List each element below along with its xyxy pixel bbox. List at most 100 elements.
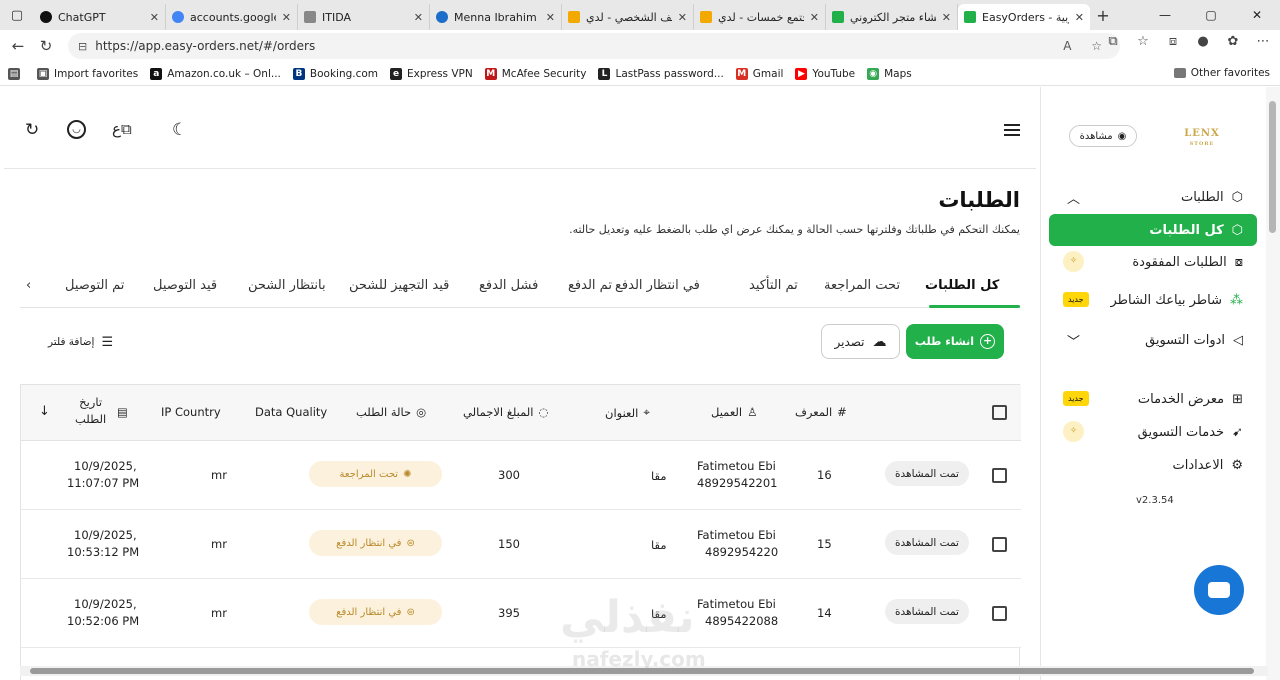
site-info-icon[interactable]: ⊟ [78, 40, 87, 53]
other-favorites[interactable]: Other favorites [1173, 67, 1270, 79]
tab-out-for-delivery[interactable]: قيد التوصيل [153, 278, 217, 293]
browser-tab-active[interactable]: EasyOrders - عربية ✕ [958, 4, 1090, 30]
chevron-up-icon[interactable]: ︿ [1067, 188, 1080, 207]
chevron-down-icon[interactable]: ﹀ [1067, 331, 1080, 350]
row-checkbox[interactable] [992, 606, 1007, 621]
header-id[interactable]: المعرف # [795, 405, 847, 419]
header-total[interactable]: المبلغ الاجمالي ◌ [463, 405, 549, 419]
bookmark-item[interactable]: ▶ YouTube [795, 67, 855, 80]
sidebar-item-marketing-services[interactable]: ✧ خدمات التسويق ➹ [1049, 416, 1257, 448]
header-ip-country[interactable]: IP Country [161, 405, 221, 419]
header-status[interactable]: حالة الطلب ◎ [356, 405, 426, 419]
tab-preparing-shipment[interactable]: قيد التجهيز للشحن [349, 278, 449, 293]
sidebar-item-settings[interactable]: الاعدادات ⚙ [1049, 449, 1257, 481]
tab-all-orders[interactable]: كل الطلبات [925, 278, 999, 293]
bookmark-item[interactable]: ◉ Maps [867, 67, 912, 80]
more-icon[interactable]: ⋯ [1252, 34, 1274, 49]
dark-mode-moon-icon[interactable]: ☾ [172, 120, 187, 140]
select-all-checkbox[interactable] [992, 405, 1007, 420]
header-customer-label: العميل [711, 405, 743, 419]
status-badge[interactable]: تحت المراجعة ✺ [309, 461, 442, 487]
tab-confirmed[interactable]: تم التأكيد [749, 278, 798, 293]
user-icon[interactable]: ◡ [67, 120, 86, 139]
close-tab-icon[interactable]: ✕ [546, 11, 555, 24]
browser-tab[interactable]: الملف الشخصي - لدي ✕ [562, 4, 694, 30]
location-icon: ⌖ [643, 405, 650, 419]
export-button[interactable]: تصدير ☁ [821, 324, 900, 359]
profile-icon[interactable]: ● [1192, 34, 1214, 49]
table-header-row: المعرف # العميل ♙ العنوان ⌖ المبلغ الاجمالي… [21, 385, 1021, 441]
close-tab-icon[interactable]: ✕ [942, 11, 951, 24]
browser-tab[interactable]: ChatGPT ✕ [34, 4, 166, 30]
close-window-icon[interactable]: ✕ [1234, 0, 1280, 30]
refresh-icon[interactable]: ↻ [32, 37, 60, 55]
extensions-icon[interactable]: ⧉ [1102, 34, 1124, 49]
tab-under-review[interactable]: تحت المراجعة [824, 278, 900, 293]
close-tab-icon[interactable]: ✕ [810, 11, 819, 24]
sidebar-item-abandoned-orders[interactable]: ✧ الطلبات المفقودة ⧇ [1049, 246, 1257, 278]
bookmark-item[interactable]: ▣ Import favorites [37, 67, 138, 80]
tabs-scroll-left-icon[interactable]: ‹ [26, 278, 31, 293]
status-badge[interactable]: في انتظار الدفع ⊜ [309, 599, 442, 625]
tab-actions-icon[interactable]: ▢ [0, 0, 34, 30]
bookmark-item[interactable]: e Express VPN [390, 67, 473, 80]
menu-icon[interactable] [1004, 124, 1020, 139]
minimize-icon[interactable]: — [1142, 0, 1188, 30]
header-date-label-1: تاريخ [79, 395, 103, 409]
browser-tab[interactable]: accounts.google.co ✕ [166, 4, 298, 30]
close-tab-icon[interactable]: ✕ [414, 11, 423, 24]
close-tab-icon[interactable]: ✕ [678, 11, 687, 24]
sidebar-item-services-gallery[interactable]: جديد معرض الخدمات ⊞ [1049, 383, 1257, 415]
vertical-scrollbar[interactable] [1266, 87, 1280, 680]
table-row[interactable]: تمت المشاهدة 16 Fatimetou Ebi 4892954220… [21, 441, 1021, 510]
close-tab-icon[interactable]: ✕ [1075, 11, 1084, 24]
sidebar-item-shater[interactable]: جديد شاطر بياعك الشاطر ⁂ [1049, 284, 1257, 316]
sidebar-item-marketing-tools[interactable]: ﹀ ادوات التسويق ◁ [1049, 324, 1257, 356]
collections-icon[interactable]: ⧈ [1162, 34, 1184, 49]
row-checkbox[interactable] [992, 468, 1007, 483]
browser-tab-title: EasyOrders - عربية [982, 10, 1069, 24]
tab-awaiting-shipment[interactable]: بانتظار الشحن [248, 278, 326, 293]
chat-support-button[interactable] [1194, 565, 1244, 615]
header-order-date[interactable]: تاريخ الطلب [75, 395, 106, 426]
copilot-icon[interactable]: ✿ [1222, 34, 1244, 49]
bookmark-item[interactable]: M Gmail [735, 67, 783, 80]
bookmark-item[interactable]: B Booking.com [292, 67, 378, 80]
table-row[interactable]: تمت المشاهدة 15 Fatimetou Ebi 4892954220… [21, 510, 1021, 579]
bookmark-item[interactable]: a Amazon.co.uk – Onl... [150, 67, 281, 80]
table-row[interactable]: تمت المشاهدة 14 Fatimetou Ebi 4895422088… [21, 579, 1021, 648]
row-checkbox[interactable] [992, 537, 1007, 552]
header-customer[interactable]: العميل ♙ [711, 405, 757, 419]
scrollbar-thumb[interactable] [1269, 101, 1276, 233]
language-icon[interactable]: ع⧉ [112, 120, 132, 138]
tab-awaiting-payment[interactable]: في انتظار الدفع [615, 278, 700, 293]
mostaql-favicon-icon [436, 11, 448, 23]
bookmark-item[interactable]: M McAfee Security [484, 67, 586, 80]
tab-delivered[interactable]: تم التوصيل [65, 278, 124, 293]
sidebar-item-orders[interactable]: ︿ الطلبات ⬡ [1049, 181, 1257, 213]
browser-tab[interactable]: Menna Ibrahim | مستقل ✕ [430, 4, 562, 30]
url-field[interactable]: ⊟ https://app.easy-orders.net/#/orders A… [68, 33, 1120, 59]
sort-arrow-icon[interactable]: ↓ [39, 404, 50, 419]
preview-store-button[interactable]: مشاهدة ◉ [1069, 125, 1137, 147]
sidebar-item-all-orders[interactable]: كل الطلبات ⬡ [1049, 214, 1257, 246]
close-tab-icon[interactable]: ✕ [150, 11, 159, 24]
favorites-icon[interactable]: ☆ [1132, 34, 1154, 49]
tab-payment-failed[interactable]: فشل الدفع [479, 278, 538, 293]
browser-tab[interactable]: انشاء متجر الكتروني ✕ [826, 4, 958, 30]
header-data-quality[interactable]: Data Quality [255, 405, 327, 419]
create-order-button[interactable]: انشاء طلب + [906, 324, 1004, 359]
bookmark-item[interactable]: L LastPass password... [598, 67, 724, 80]
maximize-icon[interactable]: ▢ [1188, 0, 1234, 30]
header-address[interactable]: العنوان ⌖ [605, 405, 650, 420]
new-tab-icon[interactable]: + [1090, 6, 1116, 25]
add-filter-button[interactable]: إضافة فلتر ☰ [48, 331, 113, 353]
close-tab-icon[interactable]: ✕ [282, 11, 291, 24]
bookmark-collections-icon[interactable]: ▤ [8, 67, 25, 80]
status-badge[interactable]: في انتظار الدفع ⊜ [309, 530, 442, 556]
tab-paid[interactable]: تم الدفع [568, 278, 612, 293]
browser-tab[interactable]: ITIDA ✕ [298, 4, 430, 30]
back-icon[interactable]: ← [4, 37, 32, 55]
refresh-icon[interactable]: ↻ [25, 120, 39, 140]
browser-tab[interactable]: مجتمع خمسات - لدي ✕ [694, 4, 826, 30]
